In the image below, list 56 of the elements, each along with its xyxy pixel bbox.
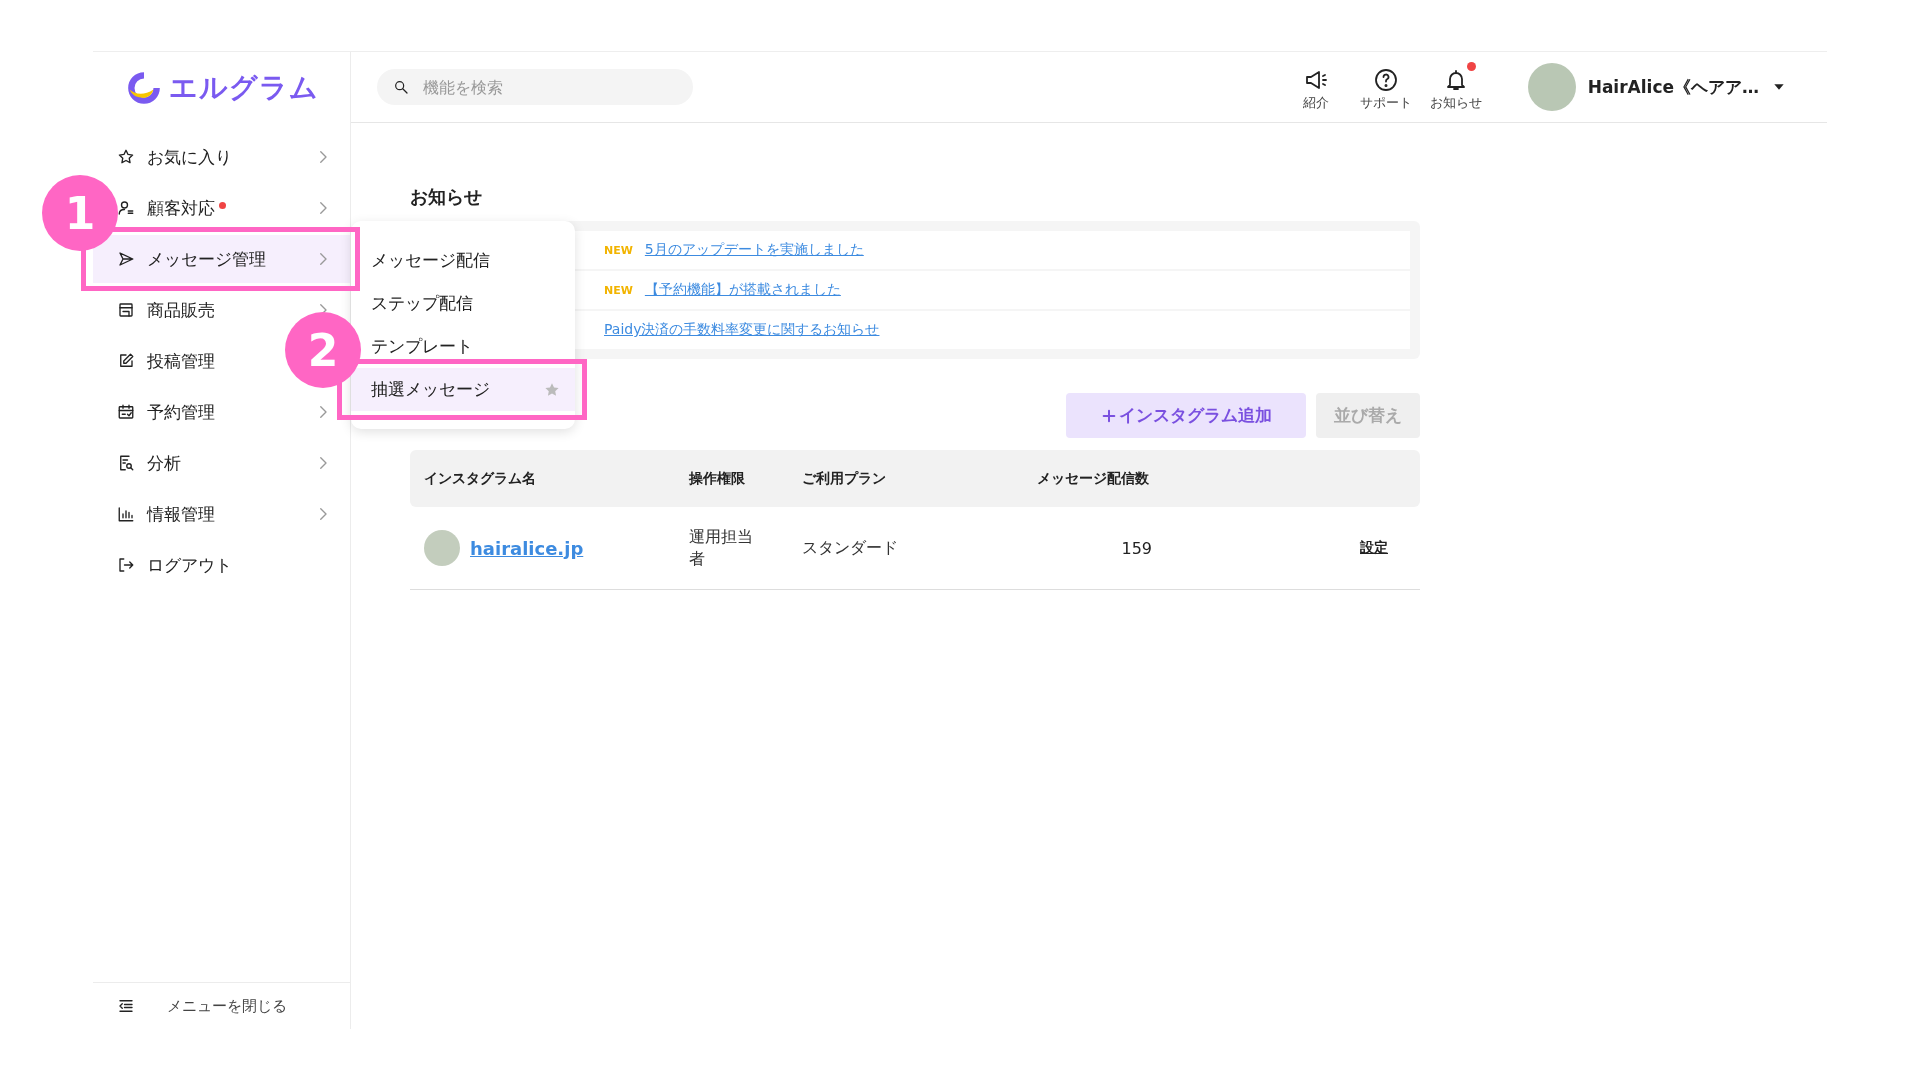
sidebar-item-label: 予約管理 bbox=[147, 400, 215, 424]
logout-icon bbox=[117, 556, 135, 574]
megaphone-icon bbox=[1303, 68, 1328, 92]
search-field[interactable]: 機能を検索 bbox=[377, 69, 693, 105]
app-logo-text[interactable]: エルグラム bbox=[168, 68, 319, 107]
table-cell: 159 bbox=[1121, 538, 1152, 558]
sidebar-item-label: 商品販売 bbox=[147, 298, 215, 322]
sidebar-item[interactable]: ログアウト bbox=[93, 541, 350, 589]
column-header: インスタグラム名 bbox=[424, 469, 537, 488]
sidebar-item-label: 分析 bbox=[147, 451, 181, 475]
notice-link[interactable]: 5月のアップデートを実施しました bbox=[644, 241, 864, 259]
collapse-menu-icon bbox=[117, 997, 135, 1015]
sidebar-item-label: ログアウト bbox=[147, 553, 232, 577]
store-icon bbox=[117, 301, 135, 319]
new-label: NEW bbox=[604, 283, 633, 297]
header-action-button[interactable]: サポート bbox=[1353, 62, 1418, 112]
sidebar-item[interactable]: 予約管理 bbox=[93, 388, 350, 436]
help-icon bbox=[1373, 68, 1398, 92]
person-icon bbox=[117, 199, 135, 217]
notice-link[interactable]: 【予約機能】が搭載されました bbox=[644, 281, 841, 299]
section-title: お知らせ bbox=[410, 185, 483, 209]
sidebar-item-label: 投稿管理 bbox=[147, 349, 215, 373]
sidebar-item[interactable]: 情報管理 bbox=[93, 490, 350, 538]
avatar-photo-placeholder bbox=[1527, 63, 1576, 111]
submenu-item[interactable]: 抽選メッセージ bbox=[351, 368, 575, 411]
sidebar-item[interactable]: メッセージ管理 bbox=[93, 235, 350, 283]
sidebar-item-label: 情報管理 bbox=[147, 502, 215, 526]
column-header: ご利用プラン bbox=[802, 469, 887, 488]
report-icon bbox=[117, 454, 135, 472]
plus-icon bbox=[1100, 407, 1117, 424]
column-header: メッセージ配信数 bbox=[1037, 469, 1150, 488]
account-name[interactable]: HairAlice《ヘアア… bbox=[1587, 75, 1759, 99]
table-cell: スタンダード bbox=[802, 537, 898, 557]
calendar-icon bbox=[117, 403, 135, 421]
chart-icon bbox=[117, 505, 135, 523]
collapse-menu-link[interactable]: メニューを閉じる bbox=[167, 996, 287, 1016]
sidebar-item-label: お気に入り bbox=[147, 145, 232, 169]
sidebar-item[interactable]: 分析 bbox=[93, 439, 350, 487]
new-label: NEW bbox=[604, 243, 633, 257]
settings-link[interactable]: 設定 bbox=[1360, 539, 1388, 557]
step-number-overlay: 2 bbox=[285, 312, 361, 388]
sidebar-item-label: 顧客対応 bbox=[147, 196, 215, 220]
send-icon bbox=[117, 250, 135, 268]
avatar-photo-placeholder bbox=[424, 530, 460, 566]
add-instagram-button[interactable]: インスタグラム追加 bbox=[1066, 393, 1306, 438]
step-number-overlay: 1 bbox=[42, 175, 118, 251]
column-header: 操作権限 bbox=[689, 469, 746, 488]
sidebar-item-label: メッセージ管理 bbox=[147, 247, 266, 271]
table-cell-text: 運用担当者 bbox=[689, 525, 754, 570]
notice-link[interactable]: Paidy決済の手数料率変更に関するお知らせ bbox=[604, 321, 880, 339]
header-action-button[interactable]: 紹介 bbox=[1283, 62, 1348, 112]
account-link[interactable]: hairalice.jp bbox=[470, 537, 584, 559]
header-action-button[interactable]: お知らせ bbox=[1423, 62, 1488, 112]
edit-icon bbox=[117, 352, 135, 370]
star-icon bbox=[117, 148, 135, 166]
search-icon bbox=[393, 79, 409, 95]
